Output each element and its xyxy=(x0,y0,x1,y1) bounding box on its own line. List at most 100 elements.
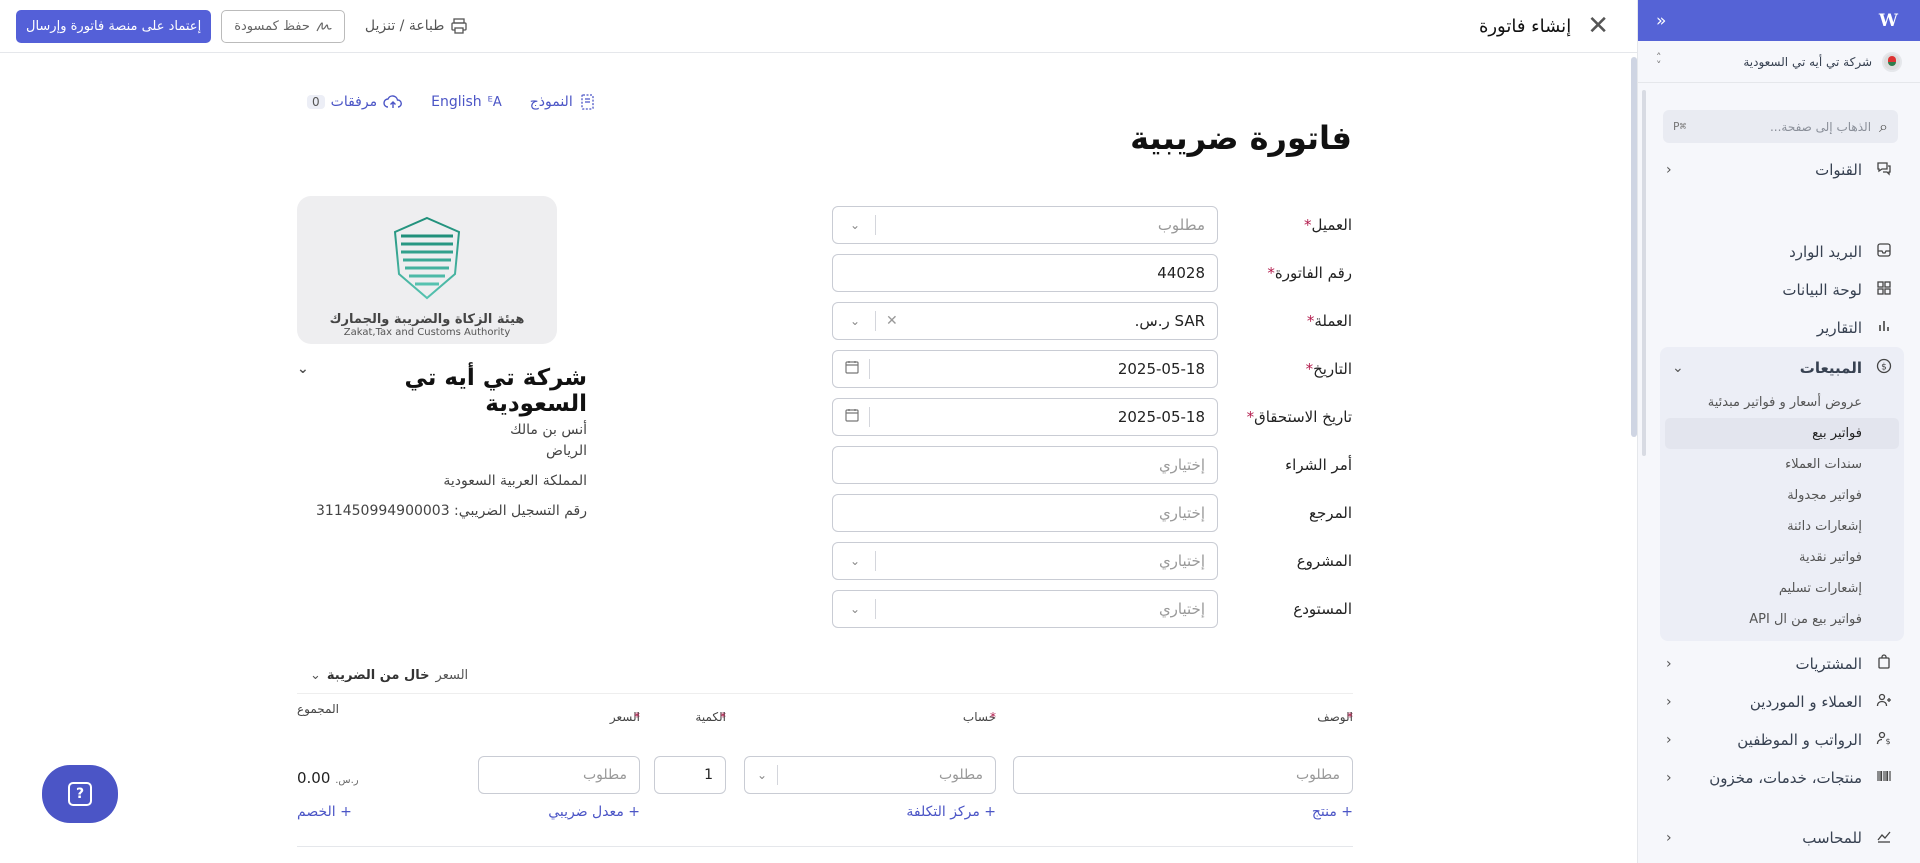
nav-top: القنوات ‹ xyxy=(1638,151,1920,189)
printer-icon xyxy=(451,18,468,34)
inbox-icon xyxy=(1874,242,1894,262)
due-date-picker[interactable]: 2025-05-18 xyxy=(832,398,1218,436)
sidebar-item-products[interactable]: منتجات، خدمات، مخزون ‹ xyxy=(1638,759,1920,797)
sidebar-subitem-cash-invoices[interactable]: فواتير نقدية xyxy=(1660,542,1904,573)
translate-icon: ᴱA xyxy=(487,94,502,110)
company-switcher-name: شركة تي أيه تي السعودية xyxy=(1743,54,1872,69)
chevron-down-icon: ⌄ xyxy=(1672,360,1684,376)
sidebar-item-purchases[interactable]: المشتريات ‹ xyxy=(1638,645,1920,683)
sidebar-item-label: لوحة البيانات xyxy=(1782,281,1862,299)
currency-select[interactable]: SAR ر.س. ✕ ⌄ xyxy=(832,302,1218,340)
app-logo[interactable]: W xyxy=(1879,11,1898,31)
sidebar-item-customers-suppliers[interactable]: العملاء و الموردين ‹ xyxy=(1638,683,1920,721)
currency-row: العملة* SAR ر.س. ✕ ⌄ xyxy=(832,297,1352,345)
customer-select[interactable]: مطلوب ⌄ xyxy=(832,206,1218,244)
reference-row: المرجع إختياري xyxy=(832,489,1352,537)
account-select[interactable]: مطلوب ⌄ xyxy=(744,756,996,794)
company-avatar xyxy=(1882,51,1902,72)
sidebar-item-inbox[interactable]: البريد الوارد xyxy=(1638,233,1920,271)
search-icon: ⌕ xyxy=(1879,116,1888,136)
sidebar-item-reports[interactable]: التقارير xyxy=(1638,309,1920,347)
description-input[interactable]: مطلوب xyxy=(1013,756,1353,794)
sidebar-item-accountant[interactable]: للمحاسب ‹ xyxy=(1638,819,1920,857)
date-value: 2025-05-18 xyxy=(1117,360,1205,378)
authority-logo-card[interactable]: هيئة الزكاة والضريبة والجمارك Zakat,Tax … xyxy=(297,196,557,344)
template-button[interactable]: النموذج xyxy=(530,93,597,111)
sidebar-subitem-customer-receipts[interactable]: سندات العملاء xyxy=(1660,449,1904,480)
save-draft-button[interactable]: حفظ كمسودة xyxy=(221,9,345,43)
warehouse-select[interactable]: إختياري ⌄ xyxy=(832,590,1218,628)
zatca-logo-icon xyxy=(393,216,461,300)
seller-contact: أنس بن مالك xyxy=(510,422,587,438)
seller-name-row: شركة تي أيه تي السعودية ⌄ xyxy=(297,361,587,417)
approve-send-button[interactable]: إعتماد على منصة فاتورة وإرسال xyxy=(16,9,212,43)
sidebar-scrollbar[interactable] xyxy=(1642,90,1646,456)
sidebar-subitem-sales-invoices[interactable]: فواتير بيع xyxy=(1665,418,1899,449)
invoice-number-row: رقم الفاتورة* 44028 xyxy=(832,249,1352,297)
warehouse-row: المستودع إختياري ⌄ xyxy=(832,585,1352,633)
template-label: النموذج xyxy=(529,94,573,110)
sidebar-item-payroll[interactable]: $ الرواتب و الموظفين ‹ xyxy=(1638,721,1920,759)
main-scrollbar[interactable] xyxy=(1631,57,1637,437)
seller-info: شركة تي أيه تي السعودية ⌄ أنس بن مالك ال… xyxy=(297,361,587,519)
invoice-number-input[interactable]: 44028 xyxy=(832,254,1218,292)
sidebar-subitem-scheduled-invoices[interactable]: فواتير مجدولة xyxy=(1660,480,1904,511)
dollar-circle-icon: $ xyxy=(1874,358,1894,378)
cloud-upload-icon xyxy=(383,95,403,108)
project-select[interactable]: إختياري ⌄ xyxy=(832,542,1218,580)
add-product-link[interactable]: + منتج xyxy=(1312,804,1353,820)
sidebar-subitem-quotes[interactable]: عروض أسعار و فواتير مبدئية xyxy=(1660,387,1904,418)
reference-input[interactable]: إختياري xyxy=(832,494,1218,532)
sidebar-item-label: البريد الوارد xyxy=(1789,243,1862,261)
invoice-editor: 0 مرفقات English ᴱA النموذج فاتورة ضريبي… xyxy=(0,53,1637,863)
chevron-left-icon: ‹ xyxy=(1666,770,1672,786)
language-toggle[interactable]: English ᴱA xyxy=(431,94,502,110)
reference-placeholder: إختياري xyxy=(1158,504,1205,522)
collapse-sidebar-icon[interactable]: « xyxy=(1656,11,1666,31)
price-mode-toggle[interactable]: السعر خال من الضريبة ⌄ xyxy=(310,668,468,683)
sidebar-item-label: الرواتب و الموظفين xyxy=(1737,731,1862,749)
price-input[interactable]: مطلوب xyxy=(478,756,640,794)
clear-icon[interactable]: ✕ xyxy=(886,313,898,329)
attachments-button[interactable]: 0 مرفقات xyxy=(307,94,403,110)
sidebar-item-channels[interactable]: القنوات ‹ xyxy=(1638,151,1920,189)
chevron-left-icon: ‹ xyxy=(1666,830,1672,846)
invoice-form: العميل* مطلوب ⌄ رقم الفاتورة* 44028 العم… xyxy=(832,201,1352,633)
add-cost-center-link[interactable]: + مركز التكلفة xyxy=(906,804,996,820)
customer-row: العميل* مطلوب ⌄ xyxy=(832,201,1352,249)
customer-placeholder: مطلوب xyxy=(1157,216,1205,234)
price-mode-prefix: السعر xyxy=(435,668,469,683)
line-total-value: 0.00 xyxy=(297,769,331,787)
add-discount-link[interactable]: + الخصم xyxy=(297,804,352,820)
sidebar-subitem-api-invoices[interactable]: فواتير بيع من ال API xyxy=(1660,604,1904,635)
chevron-down-icon[interactable]: ⌄ xyxy=(297,361,309,377)
quantity-input[interactable]: 1 xyxy=(654,756,726,794)
chevron-left-icon: ‹ xyxy=(1666,162,1672,178)
sidebar-subitem-delivery-notes[interactable]: إشعارات تسليم xyxy=(1660,573,1904,604)
dashboard-icon xyxy=(1874,280,1894,300)
company-switcher[interactable]: شركة تي أيه تي السعودية ˄ ˅ xyxy=(1638,41,1920,83)
sidebar-item-sales[interactable]: $ المبيعات ⌄ xyxy=(1660,349,1904,387)
close-icon[interactable]: ✕ xyxy=(1587,11,1609,41)
page-title: إنشاء فاتورة xyxy=(1478,15,1572,37)
warehouse-placeholder: إختياري xyxy=(1158,600,1205,618)
po-row: أمر الشراء إختياري xyxy=(832,441,1352,489)
print-download-button[interactable]: طباعة / تنزيل xyxy=(365,17,468,35)
sidebar-item-dashboard[interactable]: لوحة البيانات xyxy=(1638,271,1920,309)
add-tax-rate-link[interactable]: + معدل ضريبي xyxy=(548,804,640,820)
po-label: أمر الشراء xyxy=(1285,456,1352,474)
sidebar-item-label: المبيعات xyxy=(1799,359,1862,377)
date-picker[interactable]: 2025-05-18 xyxy=(832,350,1218,388)
line-total-currency: ر.س. xyxy=(335,775,359,786)
sidebar-subitem-credit-notes[interactable]: إشعارات دائنة xyxy=(1660,511,1904,542)
line-items-header: الوصف * حساب * الكمية * السعر * المجموع xyxy=(297,693,1353,724)
goto-page-search[interactable]: ⌕ الذهاب إلى صفحة... ⌘P xyxy=(1663,110,1898,143)
barcode-icon xyxy=(1874,768,1894,788)
project-label: المشروع xyxy=(1296,552,1352,570)
help-button[interactable]: ? xyxy=(42,765,118,823)
sidebar-sales-group: $ المبيعات ⌄ عروض أسعار و فواتير مبدئية … xyxy=(1660,347,1904,641)
po-input[interactable]: إختياري xyxy=(832,446,1218,484)
col-total: المجموع xyxy=(297,702,339,716)
sidebar-item-label: التقارير xyxy=(1816,319,1862,337)
authority-name-en: Zakat,Tax and Customs Authority xyxy=(343,327,511,338)
